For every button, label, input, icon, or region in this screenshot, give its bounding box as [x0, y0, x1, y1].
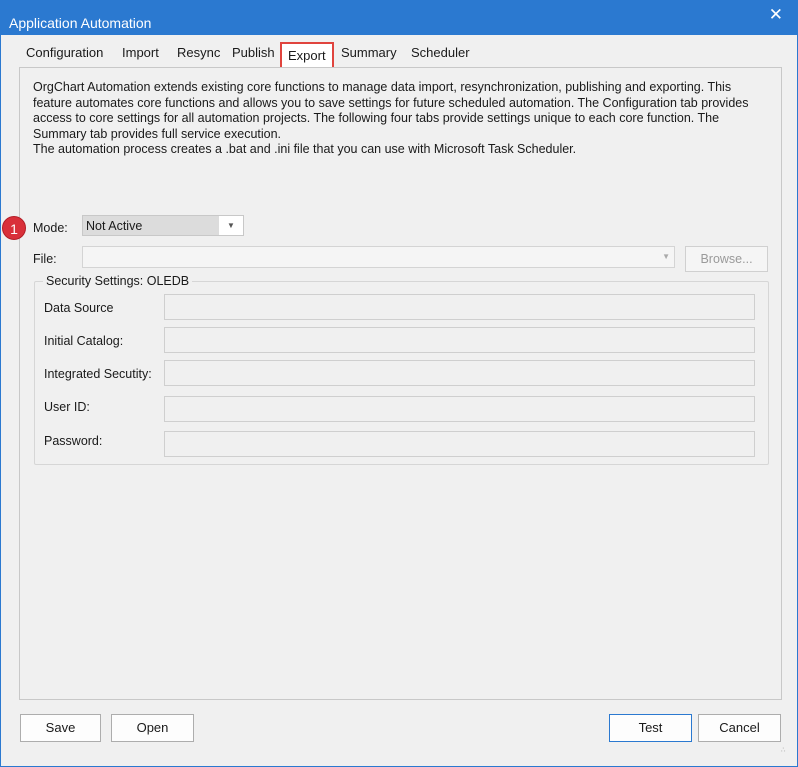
mode-dropdown[interactable]: Not Active ▼ — [82, 215, 244, 236]
security-settings-title: Security Settings: OLEDB — [43, 274, 193, 288]
description-line: OrgChart Automation extends existing cor… — [33, 80, 732, 94]
data-source-input[interactable] — [164, 294, 755, 320]
mode-label: Mode: — [33, 221, 68, 235]
browse-button[interactable]: Browse... — [685, 246, 768, 272]
description-line: access to core settings for all automati… — [33, 111, 720, 126]
application-automation-window: Application Automation ✕ Configuration I… — [0, 0, 798, 767]
integrated-security-label: Integrated Secutity: — [44, 367, 152, 381]
tab-summary[interactable]: Summary — [341, 45, 397, 60]
close-icon[interactable]: ✕ — [769, 5, 783, 25]
resize-grip-icon[interactable]: ∴ — [781, 747, 789, 757]
window-title: Application Automation — [9, 15, 152, 31]
tab-configuration[interactable]: Configuration — [26, 45, 103, 60]
tab-import[interactable]: Import — [122, 45, 159, 60]
integrated-security-input[interactable] — [164, 360, 755, 386]
mode-value: Not Active — [86, 219, 143, 233]
chevron-down-icon: ▼ — [662, 252, 670, 261]
tab-export[interactable]: Export — [280, 42, 334, 70]
open-button[interactable]: Open — [111, 714, 194, 742]
data-source-label: Data Source — [44, 301, 114, 315]
title-bar: Application Automation ✕ — [1, 1, 797, 35]
file-combobox[interactable]: ▼ — [82, 246, 675, 268]
tab-scheduler[interactable]: Scheduler — [411, 45, 470, 60]
tab-resync[interactable]: Resync — [177, 45, 220, 60]
cancel-button[interactable]: Cancel — [698, 714, 781, 742]
description-line: The automation process creates a .bat an… — [33, 142, 577, 157]
save-button[interactable]: Save — [20, 714, 101, 742]
chevron-down-icon: ▼ — [219, 216, 243, 235]
file-label: File: — [33, 252, 57, 266]
user-id-input[interactable] — [164, 396, 755, 422]
password-label: Password: — [44, 434, 103, 448]
initial-catalog-label: Initial Catalog: — [44, 334, 124, 348]
password-input[interactable] — [164, 431, 755, 457]
description-line: Summary tab provides full service execut… — [33, 126, 282, 141]
description-line: feature automates core functions and all… — [33, 95, 749, 110]
user-id-label: User ID: — [44, 400, 90, 414]
description-text: OrgChart Automation extends existing cor… — [33, 80, 768, 158]
test-button[interactable]: Test — [609, 714, 692, 742]
annotation-badge: 1 — [2, 216, 26, 240]
tab-publish[interactable]: Publish — [232, 45, 275, 60]
initial-catalog-input[interactable] — [164, 327, 755, 353]
